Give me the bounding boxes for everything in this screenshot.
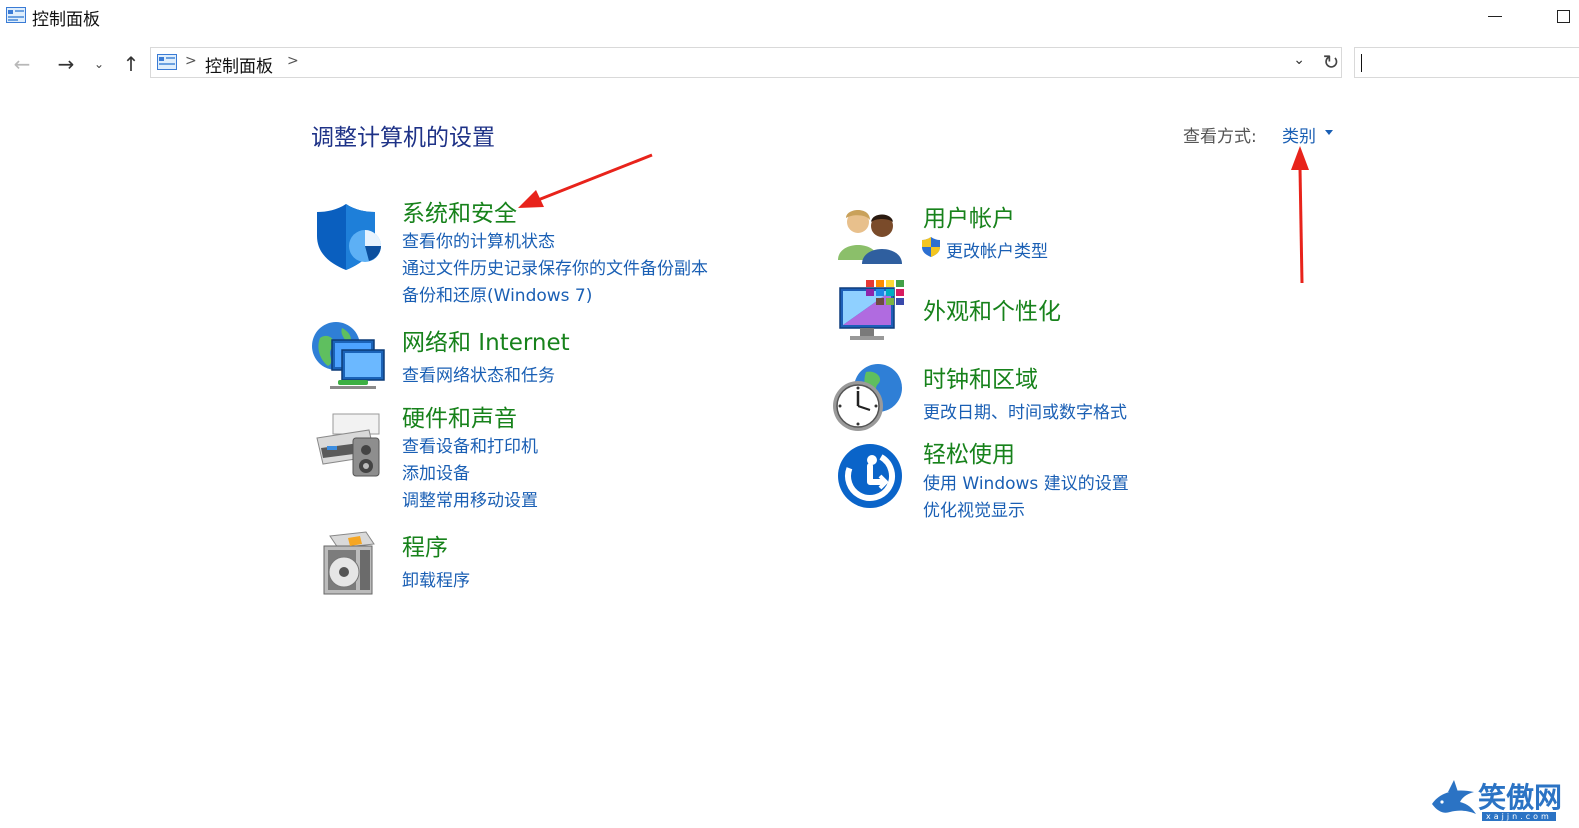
uac-shield-icon	[922, 237, 940, 257]
address-dropdown-icon[interactable]: ⌄	[1293, 52, 1305, 68]
link-backup-restore[interactable]: 备份和还原(Windows 7)	[402, 281, 592, 306]
search-input[interactable]	[1354, 47, 1579, 78]
annotation-arrows	[518, 146, 1309, 284]
breadcrumb-control-panel[interactable]: 控制面板	[205, 52, 273, 77]
view-by-dropdown[interactable]: 类别	[1282, 122, 1316, 147]
network-globe-icon[interactable]	[310, 320, 386, 392]
annotation-arrow-view-by	[1291, 146, 1309, 284]
refresh-icon: ↻	[1322, 50, 1340, 74]
watermark-text: 笑傲网	[1478, 781, 1563, 814]
breadcrumb-separator[interactable]: >	[287, 53, 299, 69]
category-system-security[interactable]: 系统和安全	[402, 194, 517, 228]
programs-disc-icon[interactable]	[320, 530, 378, 596]
arrow-left-icon: ←	[13, 52, 31, 76]
shield-icon[interactable]	[313, 200, 383, 272]
shark-logo-icon	[1432, 780, 1476, 814]
link-windows-recommended-settings[interactable]: 使用 Windows 建议的设置	[923, 469, 1129, 494]
forward-button[interactable]: →	[52, 50, 80, 78]
link-add-device[interactable]: 添加设备	[402, 459, 470, 484]
up-button[interactable]: ↑	[117, 50, 145, 78]
category-network-internet[interactable]: 网络和 Internet	[402, 323, 570, 357]
back-button[interactable]: ←	[8, 50, 36, 78]
link-file-history-backup[interactable]: 通过文件历史记录保存你的文件备份副本	[402, 254, 708, 279]
category-clock-region[interactable]: 时钟和区域	[923, 360, 1038, 394]
arrow-right-icon: →	[57, 52, 75, 76]
watermark-domain: xajjn.com	[1482, 812, 1556, 821]
maximize-button[interactable]	[1550, 4, 1578, 28]
printer-speaker-icon[interactable]	[313, 408, 385, 478]
text-caret	[1361, 54, 1362, 72]
category-ease-of-access[interactable]: 轻松使用	[923, 435, 1015, 469]
category-user-accounts[interactable]: 用户帐户	[923, 199, 1015, 233]
link-mobility-settings[interactable]: 调整常用移动设置	[402, 486, 538, 511]
recent-locations-button[interactable]: ⌄	[88, 50, 110, 78]
ease-of-access-icon[interactable]	[836, 442, 904, 510]
link-devices-printers[interactable]: 查看设备和打印机	[402, 432, 538, 457]
category-programs[interactable]: 程序	[402, 528, 448, 562]
users-icon[interactable]	[836, 204, 906, 264]
annotation-arrow-system-security	[518, 153, 653, 208]
link-uninstall-program[interactable]: 卸载程序	[402, 566, 470, 591]
clock-globe-icon[interactable]	[832, 362, 906, 434]
link-optimize-visual-display[interactable]: 优化视觉显示	[923, 496, 1025, 521]
dropdown-arrow-icon[interactable]	[1325, 130, 1333, 135]
control-panel-icon	[157, 54, 177, 70]
page-title: 调整计算机的设置	[311, 125, 495, 151]
refresh-button[interactable]: ↻	[1318, 48, 1344, 76]
title-bar: 控制面板	[0, 0, 1579, 34]
view-by-label: 查看方式:	[1183, 127, 1257, 147]
link-change-account-type[interactable]: 更改帐户类型	[946, 237, 1048, 262]
link-change-date-time-format[interactable]: 更改日期、时间或数字格式	[923, 398, 1127, 423]
watermark-logo: 笑傲网 xajjn.com	[1430, 774, 1575, 824]
category-hardware-sound[interactable]: 硬件和声音	[402, 399, 517, 433]
window-title: 控制面板	[32, 10, 100, 30]
link-view-network-status[interactable]: 查看网络状态和任务	[402, 361, 555, 386]
control-panel-icon	[6, 7, 26, 23]
breadcrumb-separator[interactable]: >	[185, 53, 197, 69]
monitor-palette-icon[interactable]	[836, 278, 908, 348]
arrow-up-icon: ↑	[122, 52, 140, 76]
address-bar[interactable]: > 控制面板 > ⌄	[150, 47, 1342, 78]
chevron-down-icon: ⌄	[93, 57, 105, 71]
link-view-computer-status[interactable]: 查看你的计算机状态	[402, 227, 555, 252]
minimize-button[interactable]	[1484, 4, 1508, 28]
category-appearance-personalization[interactable]: 外观和个性化	[923, 292, 1061, 326]
